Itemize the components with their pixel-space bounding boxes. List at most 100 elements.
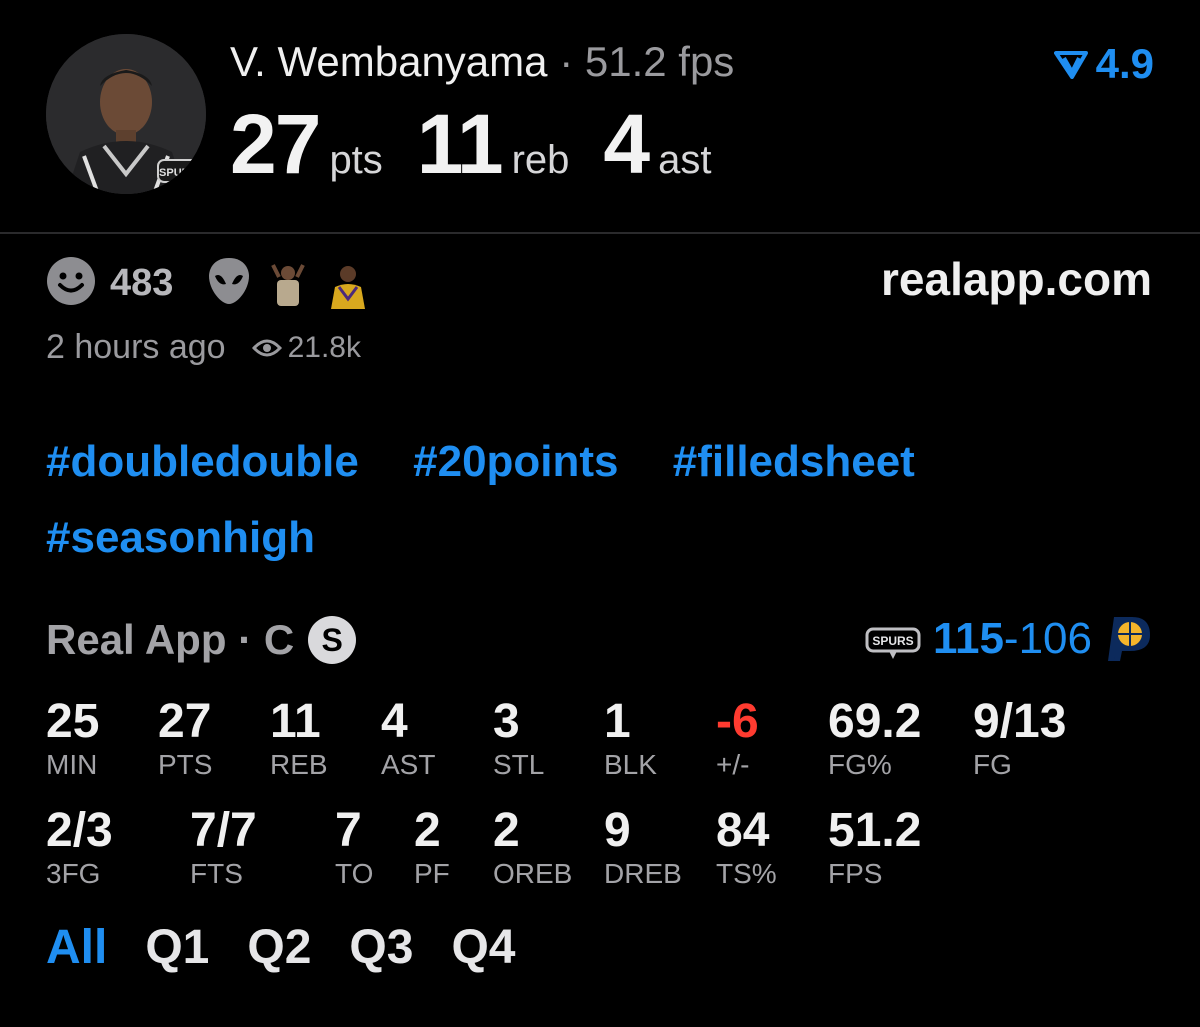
player-photo: SPURS	[46, 34, 206, 194]
stat-label: BLK	[604, 749, 657, 780]
stat-value: 7	[335, 804, 362, 857]
stat-3fg: 2/3 3FG	[46, 805, 113, 891]
stat-stl: 3 STL	[493, 696, 544, 782]
stat-to: 7 TO	[335, 805, 373, 891]
hashtag[interactable]: #filledsheet	[673, 437, 915, 486]
stat-label: +/-	[716, 749, 750, 780]
rebounds-value: 11	[416, 97, 504, 191]
stat-ts-pct: 84 TS%	[716, 805, 777, 891]
rating-value: 4.9	[1095, 40, 1154, 87]
tab-q1[interactable]: Q1	[145, 920, 209, 975]
stat-label: OREB	[493, 858, 573, 889]
stat-value: 4	[381, 695, 408, 748]
rebounds-label: reb	[511, 138, 570, 182]
hashtag[interactable]: #20points	[413, 437, 618, 486]
stat-value: 51.2	[828, 804, 922, 857]
stat-value: 7/7	[190, 804, 257, 857]
home-score: 115	[932, 614, 1004, 663]
assists-value: 4	[603, 97, 650, 191]
post-meta: 2 hours ago 21.8k	[46, 328, 361, 367]
stat-label: MIN	[46, 749, 98, 780]
stat-value: 1	[604, 695, 631, 748]
game-source-line: Real App · C S	[46, 616, 357, 664]
score-dash: -	[1003, 614, 1019, 663]
stat-plus-minus: -6 +/-	[716, 696, 759, 782]
stat-value: 25	[46, 695, 100, 748]
smiley-icon[interactable]	[46, 256, 96, 311]
eye-icon	[251, 339, 282, 356]
separator: ·	[238, 616, 253, 663]
tab-q2[interactable]: Q2	[247, 920, 311, 975]
stat-label: TS%	[716, 858, 777, 889]
stat-min: 25 MIN	[46, 696, 99, 782]
player-reaction-thumb[interactable]	[265, 258, 312, 309]
stat-ast: 4 AST	[381, 696, 435, 782]
stat-label: FPS	[828, 858, 883, 889]
rating-badge[interactable]: 4.9	[1053, 40, 1154, 88]
team-logo-text: SPURS	[159, 167, 197, 179]
stat-label: DREB	[604, 858, 682, 889]
stat-label: AST	[381, 749, 436, 780]
source-name: Real App	[46, 616, 227, 663]
stat-label: PF	[414, 858, 450, 889]
hashtag-list: #doubledouble #20points #filledsheet #se…	[46, 424, 1156, 576]
stat-fg-pct: 69.2 FG%	[828, 696, 921, 782]
stat-value: 2/3	[46, 804, 113, 857]
stat-dreb: 9 DREB	[604, 805, 682, 891]
stat-reb: 11 REB	[270, 696, 328, 782]
assists-label: ast	[658, 138, 712, 182]
points-label: pts	[329, 138, 383, 182]
stat-value: 9	[604, 804, 631, 857]
pacers-logo-icon: P	[1108, 617, 1150, 661]
player-reaction-thumb[interactable]	[325, 258, 372, 309]
player-avatar[interactable]: SPURS	[46, 34, 206, 194]
stat-value: 3	[493, 695, 520, 748]
reactions-row: 483	[46, 256, 372, 311]
views: 21.8k	[251, 330, 361, 365]
header-divider	[0, 232, 1200, 234]
view-count: 21.8k	[287, 330, 361, 364]
starter-badge: S	[308, 616, 357, 664]
stat-fps: 51.2 FPS	[828, 805, 921, 891]
headline-stats: 27 pts 11 reb 4 ast	[230, 96, 746, 193]
stat-label: FG%	[828, 749, 892, 780]
player-name[interactable]: V. Wembanyama	[230, 38, 548, 85]
stat-value: 9/13	[973, 695, 1067, 748]
stat-value: 2	[493, 804, 520, 857]
stat-value: 11	[270, 695, 321, 748]
stat-value: 84	[716, 804, 770, 857]
points-value: 27	[230, 97, 321, 191]
stat-value: 27	[158, 695, 212, 748]
tab-q4[interactable]: Q4	[451, 920, 515, 975]
period-tabs: All Q1 Q2 Q3 Q4	[46, 920, 515, 975]
hashtag[interactable]: #seasonhigh	[46, 513, 315, 562]
stat-value: 69.2	[828, 695, 922, 748]
rating-icon	[1053, 51, 1088, 79]
stat-label: PTS	[158, 749, 213, 780]
separator: ·	[559, 38, 574, 85]
stat-value: 2	[414, 804, 441, 857]
hashtag[interactable]: #doubledouble	[46, 437, 359, 486]
stat-label: FG	[973, 749, 1012, 780]
home-logo-text: SPURS	[872, 634, 913, 648]
tab-q3[interactable]: Q3	[349, 920, 413, 975]
away-score: 106	[1018, 614, 1092, 663]
alien-icon[interactable]	[207, 256, 251, 311]
stat-label: 3FG	[46, 858, 101, 889]
stat-value: -6	[716, 695, 759, 748]
stat-oreb: 2 OREB	[493, 805, 572, 891]
reaction-count[interactable]: 483	[110, 262, 173, 305]
stat-label: TO	[335, 858, 374, 889]
stat-blk: 1 BLK	[604, 696, 657, 782]
stat-pts: 27 PTS	[158, 696, 212, 782]
stat-label: REB	[270, 749, 328, 780]
game-score[interactable]: SPURS 115-106 P	[863, 614, 1154, 664]
time-ago: 2 hours ago	[46, 328, 226, 366]
player-header-line: V. Wembanyama · 51.2 fps	[230, 38, 734, 86]
stat-label: STL	[493, 749, 545, 780]
site-link[interactable]: realapp.com	[881, 252, 1152, 306]
tab-all[interactable]: All	[46, 920, 107, 975]
away-logo-text: P	[1114, 655, 1117, 660]
stat-fg: 9/13 FG	[973, 696, 1066, 782]
player-fps: 51.2 fps	[584, 38, 735, 85]
